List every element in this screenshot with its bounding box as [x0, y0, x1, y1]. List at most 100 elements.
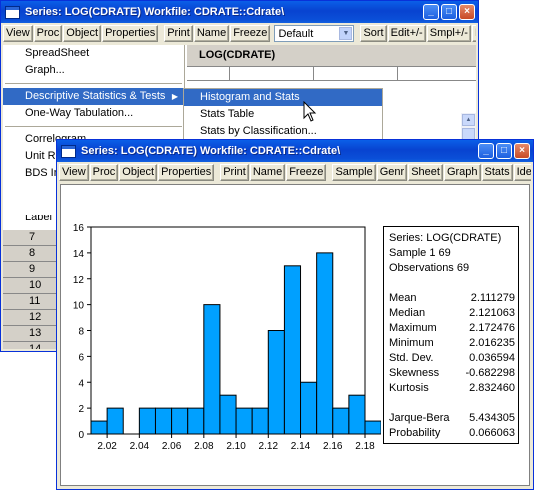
- stat-row: Std. Dev. 0.036594: [389, 351, 518, 366]
- y-tick-label: 12: [73, 275, 85, 286]
- proc-button[interactable]: Proc: [89, 164, 119, 181]
- menu-item-histogram-and-stats[interactable]: Histogram and Stats: [184, 89, 382, 106]
- back-toolbar: View Proc Object Properties Print Name F…: [3, 25, 476, 43]
- x-tick-label: 2.16: [323, 441, 343, 452]
- histogram-bar: [332, 407, 350, 435]
- histogram-bar: [138, 407, 156, 435]
- row-number[interactable]: 12: [3, 310, 58, 326]
- stat-row: Skewness -0.682298: [389, 366, 518, 381]
- menu-item-stats-by-classification[interactable]: Stats by Classification...: [184, 123, 382, 140]
- histogram-bar: [154, 407, 173, 435]
- view-button[interactable]: View: [3, 25, 33, 42]
- menu-item-descriptive-statistics[interactable]: Descriptive Statistics & Tests ▶: [3, 88, 184, 105]
- row-number[interactable]: 14: [3, 342, 58, 349]
- object-button[interactable]: Object: [119, 164, 158, 181]
- sort-button[interactable]: Sort: [360, 25, 387, 42]
- edit-button[interactable]: Edit+/-: [387, 25, 426, 42]
- column-header: LOG(CDRATE): [187, 45, 476, 67]
- window-app-icon: [5, 5, 20, 19]
- stat-label: Probability: [389, 427, 441, 439]
- y-tick-label: 4: [78, 378, 84, 389]
- freeze-button[interactable]: Freeze: [286, 164, 327, 181]
- smpl-button[interactable]: Smpl+/-: [426, 25, 471, 42]
- stat-row: Median 2.121063: [389, 306, 518, 321]
- stat-label: Minimum: [389, 337, 434, 349]
- front-toolbar: View Proc Object Properties Print Name F…: [59, 164, 531, 182]
- view-button[interactable]: View: [59, 164, 89, 181]
- object-button[interactable]: Object: [63, 25, 102, 42]
- print-button[interactable]: Print: [164, 25, 193, 42]
- histogram-bar: [171, 407, 189, 435]
- histogram-bar: [251, 407, 269, 435]
- stat-row: Maximum 2.172476: [389, 321, 518, 336]
- row-number[interactable]: 7: [3, 230, 58, 246]
- menu-item-graph[interactable]: Graph...: [3, 62, 184, 79]
- x-tick-label: 2.02: [97, 441, 117, 452]
- row-number[interactable]: 10: [3, 278, 58, 294]
- back-title-bar[interactable]: Series: LOG(CDRATE) Workfile: CDRATE::Cd…: [1, 1, 478, 23]
- proc-button[interactable]: Proc: [33, 25, 63, 42]
- sample-button[interactable]: Sample: [332, 164, 376, 181]
- minimize-button[interactable]: _: [423, 4, 439, 20]
- stat-row: Minimum 2.016235: [389, 336, 518, 351]
- front-series-window[interactable]: Series: LOG(CDRATE) Workfile: CDRATE::Cd…: [56, 139, 534, 490]
- back-window-title: Series: LOG(CDRATE) Workfile: CDRATE::Cd…: [25, 6, 285, 18]
- histogram-bar: [235, 407, 253, 435]
- chevron-down-icon[interactable]: ▼: [339, 27, 353, 40]
- front-window-title: Series: LOG(CDRATE) Workfile: CDRATE::Cd…: [81, 145, 341, 157]
- scroll-up-icon[interactable]: ▲: [462, 114, 475, 126]
- name-button[interactable]: Name: [193, 25, 230, 42]
- histogram-chart: 0 2 4 6 8 10 12 14 16 2.02 2.04 2.06 2.08 2.10 2.12 2.1…: [73, 223, 381, 452]
- genr-button[interactable]: Genr: [376, 164, 408, 181]
- stat-value: -0.682298: [465, 367, 515, 379]
- front-title-bar[interactable]: Series: LOG(CDRATE) Workfile: CDRATE::Cd…: [57, 140, 533, 162]
- row-number[interactable]: 13: [3, 326, 58, 342]
- y-tick-label: 16: [73, 223, 85, 234]
- close-button[interactable]: ×: [514, 143, 530, 159]
- histogram-bar: [364, 420, 381, 435]
- stat-value: 5.434305: [469, 412, 515, 424]
- freeze-button[interactable]: Freeze: [230, 25, 271, 42]
- histogram-bar: [187, 407, 205, 435]
- column-subheader: [187, 67, 476, 81]
- stat-label: Maximum: [389, 322, 437, 334]
- name-button[interactable]: Name: [249, 164, 286, 181]
- properties-button[interactable]: Properties: [102, 25, 159, 42]
- stats-button[interactable]: Stats: [481, 164, 513, 181]
- print-button[interactable]: Print: [220, 164, 249, 181]
- menu-separator: [5, 126, 182, 127]
- maximize-button[interactable]: □: [441, 4, 457, 20]
- stat-row: Kurtosis 2.832460: [389, 381, 518, 396]
- stat-value: 2.016235: [469, 337, 515, 349]
- stat-label: Mean: [389, 292, 417, 304]
- menu-item-one-way-tabulation[interactable]: One-Way Tabulation...: [3, 105, 184, 122]
- ident-button[interactable]: Ident: [513, 164, 531, 181]
- sheet-button[interactable]: Sheet: [408, 164, 443, 181]
- row-number[interactable]: 8: [3, 246, 58, 262]
- stat-value: 0.036594: [469, 352, 515, 364]
- histogram-bar: [348, 394, 366, 435]
- properties-button[interactable]: Properties: [158, 164, 215, 181]
- histogram-bar: [267, 330, 285, 435]
- stats-series: Series: LOG(CDRATE): [389, 232, 502, 244]
- stat-label: Median: [389, 307, 426, 319]
- y-tick-label: 10: [73, 301, 85, 312]
- y-tick-label: 14: [73, 249, 85, 260]
- menu-item-spreadsheet[interactable]: SpreadSheet: [3, 45, 184, 62]
- row-number[interactable]: 11: [3, 294, 58, 310]
- x-tick-label: 2.10: [226, 441, 246, 452]
- x-tick-label: 2.18: [355, 441, 375, 452]
- graph-button[interactable]: Graph: [443, 164, 481, 181]
- row-header-column: Label 7 8 9 10 11 12 13 14 15: [3, 211, 58, 349]
- x-tick-label: 2.08: [194, 441, 214, 452]
- close-button[interactable]: ×: [459, 4, 475, 20]
- stat-value: 0.066063: [469, 427, 515, 439]
- label-button[interactable]: L: [471, 25, 476, 42]
- minimize-button[interactable]: _: [478, 143, 494, 159]
- maximize-button[interactable]: □: [496, 143, 512, 159]
- display-select[interactable]: Default ▼: [274, 25, 355, 42]
- row-number[interactable]: 9: [3, 262, 58, 278]
- stat-label: Std. Dev.: [389, 352, 434, 364]
- menu-item-stats-table[interactable]: Stats Table: [184, 106, 382, 123]
- x-tick-label: 2.04: [130, 441, 150, 452]
